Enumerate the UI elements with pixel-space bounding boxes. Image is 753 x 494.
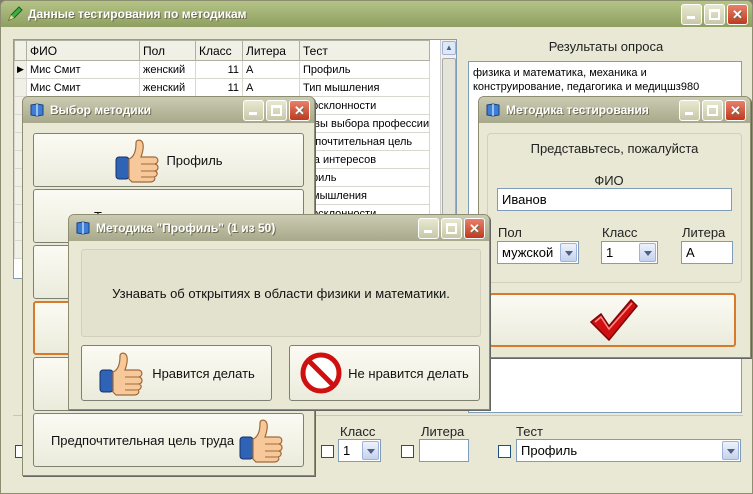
col-header-sex[interactable]: Пол [139,40,196,61]
table-cell[interactable]: п мышления [298,186,431,205]
choose-window-controls: ✕ [243,100,310,121]
chevron-down-icon[interactable] [639,243,656,262]
maximize-button[interactable] [441,218,462,239]
like-button[interactable]: Нравится делать [81,345,272,401]
choose-titlebar: Выбор методики ✕ [23,97,314,123]
class-value: 1 [606,245,614,260]
table-cell[interactable]: Мис Смит [26,60,140,79]
table-cell[interactable]: Мис Смит [26,78,140,97]
choose-title: Выбор методики [50,103,151,117]
table-cell[interactable]: 11 [195,78,243,97]
minimize-button[interactable] [681,4,702,25]
sex-label: Пол [498,225,522,240]
table-cell[interactable]: едпочтительная цель [298,132,431,151]
col-header-class[interactable]: Класс [195,40,243,61]
scroll-up-arrow-icon[interactable]: ▲ [442,41,456,55]
results-label: Результаты опроса [548,39,664,54]
col-header-test[interactable]: Тест [298,40,431,61]
profile-question-window: Методика "Профиль" (1 из 50) ✕ Узнавать … [68,214,490,410]
filter-class-label: Класс [340,424,376,439]
filter-class-select[interactable]: 1 [338,439,381,462]
letter-label: Литера [682,225,726,240]
maximize-button[interactable] [702,100,723,121]
dislike-button[interactable]: Не нравится делать [289,345,480,401]
method-button-goal[interactable]: Предпочтительная цель труда [33,413,304,467]
letter-input[interactable]: А [681,241,733,264]
table-row[interactable]: Мис Смит женский 11 А Тип мышления [14,78,431,97]
confirm-button[interactable] [489,293,736,347]
thumbs-up-icon [114,137,162,183]
method-titlebar: Методика тестирования ✕ [479,97,750,123]
profile-titlebar: Методика "Профиль" (1 из 50) ✕ [69,215,489,241]
maximize-button[interactable] [266,100,287,121]
sex-value: мужской [502,245,554,260]
chevron-down-icon[interactable] [560,243,577,262]
thumbs-up-icon [238,417,286,463]
method-button-label: Предпочтительная цель труда [50,432,235,448]
table-cell[interactable]: Тип мышления [298,78,431,97]
book-icon [75,220,91,236]
main-title: Данные тестирования по методикам [28,7,247,21]
identity-prompt: Представьтесь, пожалуйста [530,141,699,156]
table-cell[interactable]: женский [139,60,196,79]
table-cell[interactable]: А [242,78,300,97]
close-button[interactable]: ✕ [464,218,485,239]
question-text: Узнавать об открытиях в области физики и… [81,249,481,337]
book-icon [485,102,501,118]
close-button[interactable]: ✕ [725,100,746,121]
maximize-button[interactable] [704,4,725,25]
table-cell[interactable]: тивы выбора профессии [298,114,431,133]
method-window-controls: ✕ [679,100,746,121]
col-header-letter[interactable]: Литера [242,40,300,61]
row-indicator-header [14,40,27,61]
profile-window-controls: ✕ [418,218,485,239]
minimize-button[interactable] [679,100,700,121]
main-window-controls: ✕ [681,4,748,25]
filter-class-checkbox[interactable] [321,445,334,458]
col-header-fio[interactable]: ФИО [26,40,140,61]
filter-letter-checkbox[interactable] [401,445,414,458]
test-method-window: Методика тестирования ✕ Представьтесь, п… [478,96,751,358]
table-cell[interactable]: женский [139,78,196,97]
table-cell[interactable]: 11 [195,60,243,79]
close-button[interactable]: ✕ [289,100,310,121]
table-cell[interactable]: рта интересов [298,150,431,169]
checkmark-icon [589,298,638,342]
filter-letter-label: Литера [421,424,465,439]
method-title: Методика тестирования [506,103,649,117]
book-icon [29,102,45,118]
class-label: Класс [602,225,638,240]
row-indicator[interactable]: ▶ [14,60,27,79]
filter-letter-input[interactable] [419,439,469,462]
chevron-down-icon[interactable] [722,441,739,460]
dislike-label: Не нравится делать [348,365,469,381]
filter-test-checkbox[interactable] [498,445,511,458]
class-select[interactable]: 1 [601,241,658,264]
filter-test-select[interactable]: Профиль [516,439,741,462]
close-button[interactable]: ✕ [727,4,748,25]
sex-select[interactable]: мужской [497,241,579,264]
table-cell[interactable]: офсклонности [298,96,431,115]
method-button-profile[interactable]: Профиль [33,133,304,187]
filter-class-value: 1 [343,443,351,458]
table-cell[interactable]: А [242,60,300,79]
minimize-button[interactable] [243,100,264,121]
table-cell[interactable]: Профиль [298,60,431,79]
chevron-down-icon[interactable] [362,441,379,460]
like-label: Нравится делать [152,365,255,381]
filter-test-label: Тест [516,424,543,439]
table-cell[interactable]: офиль [298,168,431,187]
prohibited-icon [300,352,342,394]
minimize-button[interactable] [418,218,439,239]
fio-label: ФИО [594,173,624,188]
profile-title: Методика "Профиль" (1 из 50) [96,221,276,235]
main-titlebar: Данные тестирования по методикам ✕ [1,1,752,27]
table-row[interactable]: ▶ Мис Смит женский 11 А Профиль [14,60,431,79]
pencil-icon [8,6,23,21]
row-indicator[interactable] [14,78,27,97]
filter-test-value: Профиль [521,443,578,458]
fio-input[interactable]: Иванов [497,188,732,211]
method-button-label: Профиль [166,152,223,168]
thumbs-up-icon [98,350,146,396]
